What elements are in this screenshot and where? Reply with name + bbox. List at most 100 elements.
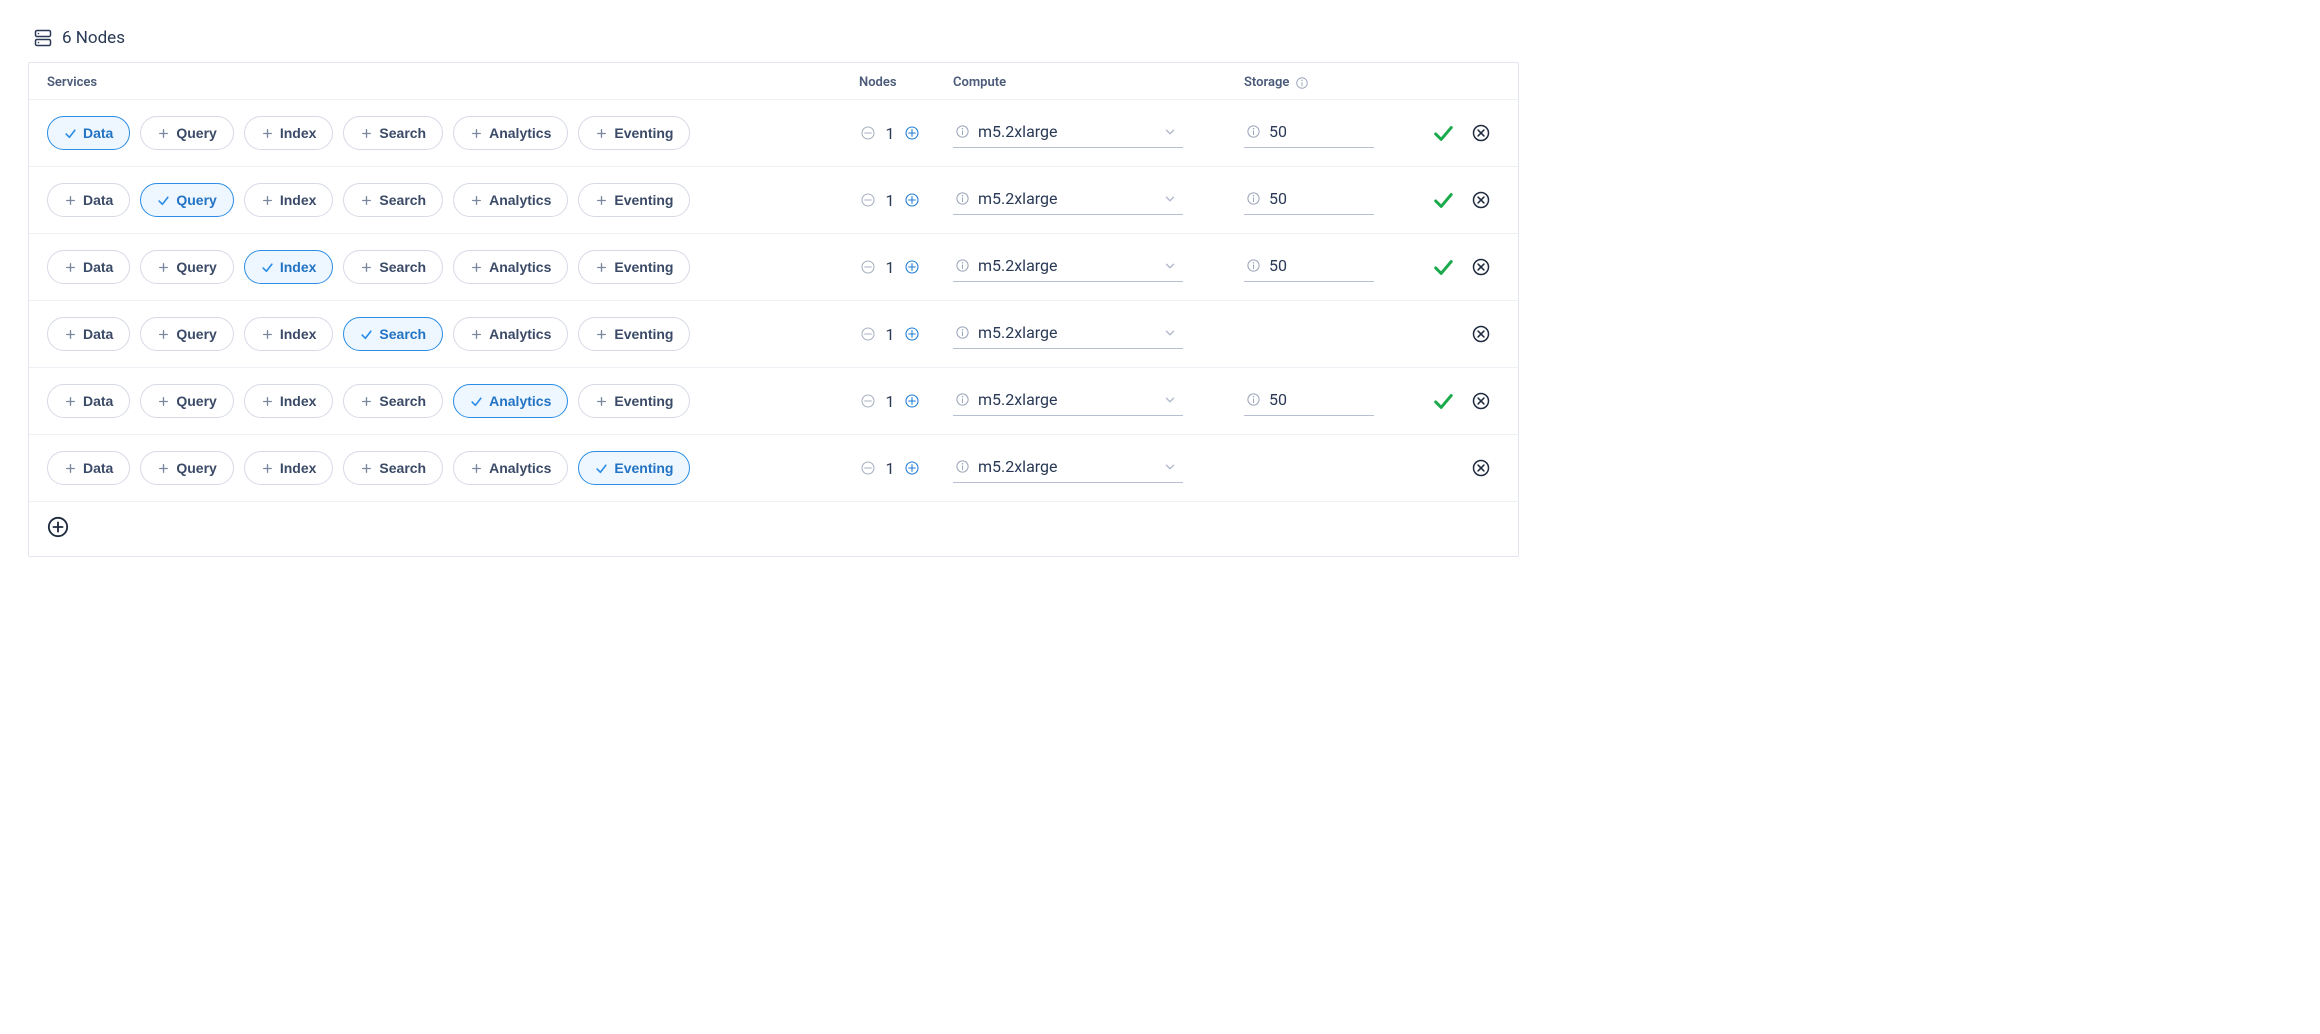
plus-icon <box>64 194 77 207</box>
plus-icon <box>595 395 608 408</box>
service-chip-data[interactable]: Data <box>47 183 130 217</box>
nodes-increment-button[interactable] <box>903 392 921 410</box>
service-chip-query[interactable]: Query <box>140 317 233 351</box>
service-chip-data[interactable]: Data <box>47 250 130 284</box>
info-icon[interactable] <box>955 459 970 474</box>
service-chip-search[interactable]: Search <box>343 317 443 351</box>
compute-select[interactable]: m5.2xlarge <box>953 185 1183 215</box>
storage-input[interactable] <box>1269 256 1368 275</box>
nodes-increment-button[interactable] <box>903 191 921 209</box>
service-chip-query[interactable]: Query <box>140 384 233 418</box>
nodes-decrement-button[interactable] <box>859 258 877 276</box>
compute-select[interactable]: m5.2xlarge <box>953 453 1183 483</box>
service-chip-data[interactable]: Data <box>47 451 130 485</box>
nodes-increment-button[interactable] <box>903 459 921 477</box>
service-chip-query[interactable]: Query <box>140 116 233 150</box>
service-chip-analytics[interactable]: Analytics <box>453 317 568 351</box>
nodes-increment-button[interactable] <box>903 258 921 276</box>
service-chip-index[interactable]: Index <box>244 183 334 217</box>
compute-select[interactable]: m5.2xlarge <box>953 386 1183 416</box>
info-icon[interactable] <box>955 258 970 273</box>
service-chip-query[interactable]: Query <box>140 183 233 217</box>
service-chip-label: Data <box>83 259 113 275</box>
compute-value: m5.2xlarge <box>978 457 1155 476</box>
service-chip-eventing[interactable]: Eventing <box>578 384 690 418</box>
info-icon[interactable] <box>1246 392 1261 407</box>
remove-row-button[interactable] <box>1471 458 1491 478</box>
service-chip-search[interactable]: Search <box>343 116 443 150</box>
service-chip-analytics[interactable]: Analytics <box>453 116 568 150</box>
plus-icon <box>261 395 274 408</box>
service-chip-analytics[interactable]: Analytics <box>453 384 568 418</box>
info-icon[interactable] <box>955 325 970 340</box>
compute-select[interactable]: m5.2xlarge <box>953 252 1183 282</box>
service-group-row: Data Query Index Search Analytics Eventing 1 m5… <box>29 367 1518 434</box>
info-icon[interactable] <box>955 191 970 206</box>
service-chip-eventing[interactable]: Eventing <box>578 451 690 485</box>
service-chip-label: Data <box>83 393 113 409</box>
nodes-decrement-button[interactable] <box>859 392 877 410</box>
service-chip-label: Analytics <box>489 326 551 342</box>
remove-row-button[interactable] <box>1471 257 1491 277</box>
remove-row-button[interactable] <box>1471 190 1491 210</box>
service-chip-index[interactable]: Index <box>244 451 334 485</box>
storage-input[interactable] <box>1269 122 1368 141</box>
service-chip-index[interactable]: Index <box>244 384 334 418</box>
service-chip-analytics[interactable]: Analytics <box>453 250 568 284</box>
compute-select[interactable]: m5.2xlarge <box>953 118 1183 148</box>
service-chip-analytics[interactable]: Analytics <box>453 183 568 217</box>
remove-row-button[interactable] <box>1471 123 1491 143</box>
service-group-row: DataQueryIndexSearchAnalyticsEventing1m5… <box>29 300 1518 367</box>
plus-icon <box>64 328 77 341</box>
nodes-increment-button[interactable] <box>903 325 921 343</box>
info-icon[interactable] <box>1246 191 1261 206</box>
service-chip-search[interactable]: Search <box>343 183 443 217</box>
nodes-increment-button[interactable] <box>903 124 921 142</box>
plus-circle-icon <box>904 259 920 275</box>
service-chip-label: Query <box>176 125 216 141</box>
service-chip-search[interactable]: Search <box>343 451 443 485</box>
service-chip-query[interactable]: Query <box>140 451 233 485</box>
plus-icon <box>157 261 170 274</box>
nodes-decrement-button[interactable] <box>859 191 877 209</box>
plus-icon <box>157 328 170 341</box>
service-chip-index[interactable]: Index <box>244 116 334 150</box>
remove-row-button[interactable] <box>1471 324 1491 344</box>
check-icon <box>64 127 77 140</box>
service-chip-label: Data <box>83 460 113 476</box>
service-chip-data[interactable]: Data <box>47 317 130 351</box>
service-chip-eventing[interactable]: Eventing <box>578 317 690 351</box>
check-icon <box>157 194 170 207</box>
service-chip-data[interactable]: Data <box>47 384 130 418</box>
storage-input[interactable] <box>1269 189 1368 208</box>
plus-icon <box>261 194 274 207</box>
nodes-decrement-button[interactable] <box>859 459 877 477</box>
info-icon[interactable] <box>955 124 970 139</box>
service-chip-search[interactable]: Search <box>343 384 443 418</box>
add-row-button[interactable] <box>47 516 69 538</box>
service-chip-analytics[interactable]: Analytics <box>453 451 568 485</box>
service-chip-index[interactable]: Index <box>244 250 334 284</box>
info-icon[interactable] <box>1295 76 1309 90</box>
nodes-decrement-button[interactable] <box>859 325 877 343</box>
service-chip-data[interactable]: Data <box>47 116 130 150</box>
service-chip-label: Data <box>83 125 113 141</box>
storage-field-wrap <box>1244 118 1374 148</box>
service-chip-index[interactable]: Index <box>244 317 334 351</box>
plus-icon <box>470 194 483 207</box>
nodes-decrement-button[interactable] <box>859 124 877 142</box>
service-chip-eventing[interactable]: Eventing <box>578 183 690 217</box>
service-chip-eventing[interactable]: Eventing <box>578 116 690 150</box>
minus-circle-icon <box>860 192 876 208</box>
info-icon[interactable] <box>955 392 970 407</box>
service-chip-query[interactable]: Query <box>140 250 233 284</box>
nodes-count: 1 <box>885 392 895 411</box>
storage-input[interactable] <box>1269 390 1368 409</box>
info-icon[interactable] <box>1246 258 1261 273</box>
remove-row-button[interactable] <box>1471 391 1491 411</box>
service-chip-search[interactable]: Search <box>343 250 443 284</box>
table-header: Services Nodes Compute Storage <box>29 63 1518 99</box>
service-chip-eventing[interactable]: Eventing <box>578 250 690 284</box>
compute-select[interactable]: m5.2xlarge <box>953 319 1183 349</box>
info-icon[interactable] <box>1246 124 1261 139</box>
